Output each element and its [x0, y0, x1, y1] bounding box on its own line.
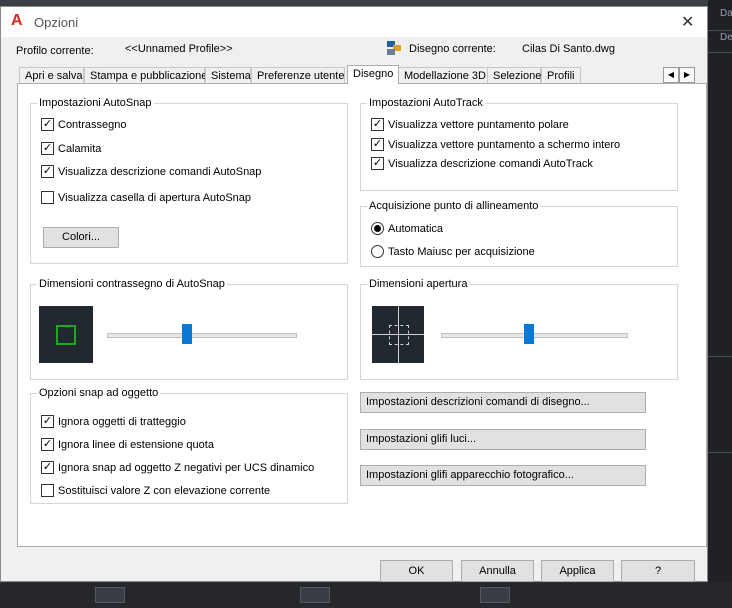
full-screen-tracking-vector-checkbox[interactable]: ✓ Visualizza vettore puntamento a schermo…	[371, 137, 620, 152]
drawing-icon	[387, 41, 401, 55]
checkbox-check-icon: ✓	[41, 437, 54, 451]
autosnap-settings-group: Impostazioni AutoSnap ✓ Contrassegno ✓ Cal…	[30, 97, 348, 264]
tab-scroll-right-button[interactable]: ▶	[679, 67, 695, 83]
autotrack-settings-title: Impostazioni AutoTrack	[367, 97, 485, 109]
radio-empty-icon	[371, 244, 384, 258]
checkbox-check-icon: ✓	[371, 117, 384, 131]
tab-apri-e-salva[interactable]: Apri e salva	[19, 67, 84, 83]
drawing-label: Disegno corrente:	[409, 43, 496, 55]
drafting-tooltip-settings-button[interactable]: Impostazioni descrizioni comandi di dise…	[360, 392, 646, 413]
autotrack-tooltip-checkbox[interactable]: ✓ Visualizza descrizione comandi AutoTrac…	[371, 156, 593, 171]
autosnap-aperture-box-checkbox[interactable]: Visualizza casella di apertura AutoSnap	[41, 190, 251, 205]
autosnap-settings-title: Impostazioni AutoSnap	[37, 97, 154, 109]
profile-label: Profilo corrente:	[16, 45, 94, 57]
tab-stampa[interactable]: Stampa e pubblicazione	[84, 67, 207, 83]
aperture-size-slider-thumb[interactable]	[524, 324, 534, 344]
checkbox-check-icon: ✓	[371, 137, 384, 151]
profile-value: <<Unnamed Profile>>	[125, 43, 233, 55]
checkbox-check-icon: ✓	[41, 460, 54, 474]
checkbox-check-icon: ✓	[41, 414, 54, 428]
marker-size-slider-thumb[interactable]	[182, 324, 192, 344]
checkbox-empty-icon	[41, 190, 54, 204]
cancel-button[interactable]: Annulla	[461, 560, 534, 582]
marker-square-icon	[56, 325, 76, 345]
background-label: Da	[720, 8, 732, 19]
drawing-value: Cilas Di Santo.dwg	[522, 43, 615, 55]
options-dialog: A Opzioni ✕ Profilo corrente: <<Unnamed …	[0, 6, 708, 582]
title-bar: A Opzioni ✕	[1, 7, 707, 37]
dialog-title: Opzioni	[34, 15, 79, 30]
aperture-size-group: Dimensioni apertura	[360, 278, 678, 380]
marker-preview	[39, 306, 93, 363]
checkbox-empty-icon	[41, 483, 54, 497]
automatic-radio[interactable]: Automatica	[371, 221, 443, 236]
checkbox-check-icon: ✓	[41, 164, 54, 178]
background-statusbar	[0, 583, 732, 608]
marker-size-group: Dimensioni contrassegno di AutoSnap	[30, 278, 348, 380]
autocad-logo-icon: A	[11, 12, 23, 29]
tab-disegno[interactable]: Disegno	[347, 65, 399, 84]
contrassegno-checkbox[interactable]: ✓ Contrassegno	[41, 117, 127, 132]
aperture-size-title: Dimensioni apertura	[367, 278, 470, 290]
ok-button[interactable]: OK	[380, 560, 453, 582]
tab-scroll-left-button[interactable]: ◀	[663, 67, 679, 83]
marker-size-slider-track[interactable]	[107, 333, 297, 338]
colors-button[interactable]: Colori...	[43, 227, 119, 248]
ignore-negative-z-checkbox[interactable]: ✓ Ignora snap ad oggetto Z negativi per U…	[41, 460, 314, 475]
tab-modellazione-3d[interactable]: Modellazione 3D	[398, 67, 488, 83]
calamita-checkbox[interactable]: ✓ Calamita	[41, 141, 101, 156]
radio-selected-icon	[371, 221, 384, 235]
tab-selezione[interactable]: Selezione	[487, 67, 541, 83]
shift-key-radio[interactable]: Tasto Maiusc per acquisizione	[371, 244, 535, 259]
autotrack-settings-group: Impostazioni AutoTrack ✓ Visualizza vetto…	[360, 97, 678, 191]
aperture-box-icon	[389, 325, 409, 345]
tab-sistema[interactable]: Sistema	[205, 67, 251, 83]
osnap-options-title: Opzioni snap ad oggetto	[37, 387, 161, 399]
help-button[interactable]: ?	[621, 560, 695, 582]
ignore-hatch-checkbox[interactable]: ✓ Ignora oggetti di tratteggio	[41, 414, 186, 429]
apply-button[interactable]: Applica	[541, 560, 614, 582]
polar-tracking-vector-checkbox[interactable]: ✓ Visualizza vettore puntamento polare	[371, 117, 569, 132]
alignment-point-group: Acquisizione punto di allineamento Autom…	[360, 200, 678, 267]
checkbox-check-icon: ✓	[371, 156, 384, 170]
replace-z-value-checkbox[interactable]: Sostituisci valore Z con elevazione corr…	[41, 483, 270, 498]
marker-size-title: Dimensioni contrassegno di AutoSnap	[37, 278, 227, 290]
osnap-options-group: Opzioni snap ad oggetto ✓ Ignora oggetti …	[30, 387, 348, 504]
ignore-dimension-extension-checkbox[interactable]: ✓ Ignora linee di estensione quota	[41, 437, 214, 452]
camera-glyph-settings-button[interactable]: Impostazioni glifi apparecchio fotografi…	[360, 465, 646, 486]
tab-preferenze-utente[interactable]: Preferenze utente	[251, 67, 345, 83]
close-icon[interactable]: ✕	[681, 12, 694, 32]
checkbox-check-icon: ✓	[41, 141, 54, 155]
checkbox-check-icon: ✓	[41, 117, 54, 131]
alignment-point-title: Acquisizione punto di allineamento	[367, 200, 541, 212]
light-glyph-settings-button[interactable]: Impostazioni glifi luci...	[360, 429, 646, 450]
tab-profili[interactable]: Profili	[541, 67, 581, 83]
autosnap-tooltip-checkbox[interactable]: ✓ Visualizza descrizione comandi AutoSnap	[41, 164, 261, 179]
aperture-preview	[372, 306, 424, 363]
background-drawing-area: Da De	[708, 0, 732, 608]
tab-panel-disegno: Impostazioni AutoSnap ✓ Contrassegno ✓ Cal…	[17, 83, 707, 547]
aperture-size-slider-track[interactable]	[441, 333, 628, 338]
background-label: De	[720, 32, 732, 43]
